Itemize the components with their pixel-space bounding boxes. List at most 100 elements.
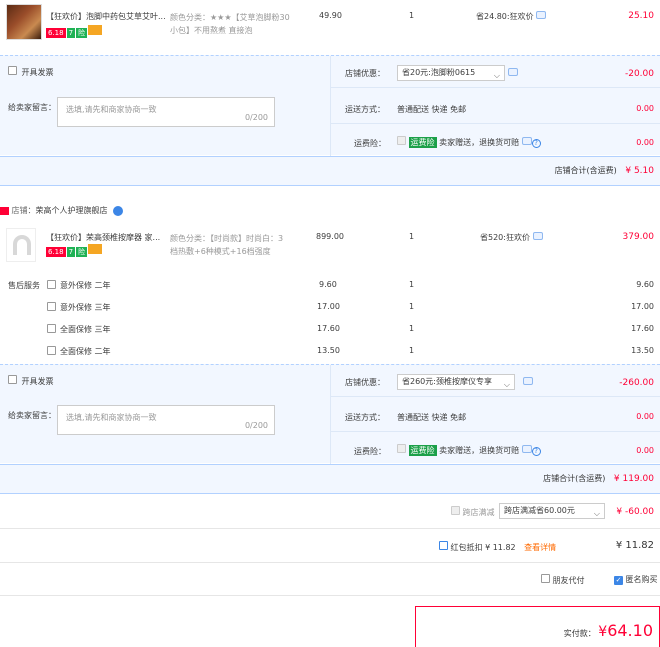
chat-icon[interactable] — [523, 377, 533, 385]
promo-chat[interactable] — [523, 377, 533, 387]
insurance-option: 运费险 卖家赠送，退换货可赔 ? — [397, 444, 541, 456]
invoice-checkbox[interactable] — [8, 375, 17, 384]
seven-day-badge: 7 — [66, 28, 76, 38]
chevron-down-icon: ⌵ — [593, 509, 600, 518]
redpacket-details-link[interactable]: 查看详情 — [524, 543, 556, 552]
invoice-option[interactable]: 开具发票 — [8, 66, 54, 78]
service-checkbox[interactable] — [47, 280, 56, 289]
redpacket-option[interactable]: 红包抵扣 ¥ 11.82 查看详情 — [439, 541, 556, 553]
sku-info: 颜色分类：★★★【艾草泡脚粉30 小包】不用熬煮 直接泡 — [170, 13, 290, 35]
friend-pay-option[interactable]: 朋友代付 — [541, 574, 585, 586]
shipping-label: 运送方式： — [345, 105, 385, 114]
divider — [331, 396, 660, 397]
message-input[interactable]: 选填,请先和商家协商一致 0/200 — [57, 97, 275, 127]
store-name-link[interactable]: 荣高个人护理旗舰店 — [36, 206, 108, 215]
item-subtotal: 25.10 — [628, 11, 654, 21]
shipping-value: 普通配送 快递 免邮 — [397, 413, 467, 422]
shipping-amount: 0.00 — [636, 104, 654, 113]
message-input[interactable]: 选填,请先和商家协商一致 0/200 — [57, 405, 275, 435]
promo-chat[interactable] — [508, 68, 518, 78]
insurance-checkbox — [397, 444, 406, 453]
item-subtotal: 379.00 — [622, 232, 655, 242]
sku-info: 颜色分类：【时尚款】时尚白：3 档热敷+6种模式+16档强度 — [170, 234, 284, 256]
shop1-item-row: 【狂欢价】泡脚中药包艾草艾叶... 6.18 7 险 颜色分类：★★★【艾草泡脚粉3… — [0, 0, 660, 48]
redpacket-checkbox[interactable] — [439, 541, 448, 550]
anonymous-option[interactable]: ✓ 匿名购买 — [614, 574, 658, 585]
help-icon[interactable]: ? — [531, 447, 541, 456]
unit-price: 899.00 — [316, 232, 344, 241]
right-panel-divider — [330, 56, 331, 156]
store-promo-label: 店铺优惠： — [345, 69, 385, 78]
insurance-tag: 运费险 — [408, 445, 437, 456]
shipping-value: 普通配送 快递 免邮 — [397, 105, 467, 114]
item-promo: 省520:狂欢价 — [480, 232, 543, 243]
chat-icon[interactable] — [532, 232, 543, 240]
chevron-down-icon: ⌵ — [493, 71, 500, 80]
friend-pay-checkbox[interactable] — [541, 574, 550, 583]
service-checkbox[interactable] — [47, 302, 56, 311]
product-thumbnail[interactable] — [6, 228, 36, 262]
service-row[interactable]: 全面保修 二年 13.50 1 13.50 — [0, 342, 660, 364]
shipping-amount: 0.00 — [636, 412, 654, 421]
shop2-total-bar: 店铺合计(含运费) ¥ 119.00 — [0, 464, 660, 494]
cross-store-row: 跨店满减 跨店满减省60.00元 ⌵ ¥ -60.00 — [0, 495, 660, 529]
message-placeholder: 选填,请先和商家协商一致 — [66, 413, 157, 422]
store-promo-select[interactable]: 省20元:泡脚粉0615 ⌵ — [397, 65, 505, 81]
wangwang-icon[interactable] — [113, 205, 124, 216]
insurance-label: 运费险： — [354, 139, 386, 148]
promo-badges: 6.18 7 险 — [46, 25, 103, 38]
card-icon — [88, 25, 103, 35]
promo-badges: 6.18 7 险 — [46, 244, 103, 257]
shipping-label: 运送方式： — [345, 413, 385, 422]
insurance-tag: 运费险 — [408, 137, 437, 148]
service-row[interactable]: 意外保修 三年 17.00 1 17.00 — [0, 298, 660, 320]
item-promo: 省24.80:狂欢价 — [476, 11, 547, 22]
shop2-order-options: 开具发票 给卖家留言： 选填,请先和商家协商一致 0/200 店铺优惠： 省26… — [0, 364, 660, 464]
right-panel-divider — [330, 365, 331, 464]
shop2-item-row: 【狂欢价】荣高颈椎按摩器 家... 6.18 7 险 颜色分类：【时尚款】时尚白：3… — [0, 222, 660, 270]
shop1-total: 店铺合计(含运费) ¥ 5.10 — [554, 166, 654, 176]
product-title[interactable]: 【狂欢价】泡脚中药包艾草艾叶... — [46, 11, 166, 22]
product-title[interactable]: 【狂欢价】荣高颈椎按摩器 家... — [46, 232, 166, 243]
tmall-icon — [0, 206, 9, 215]
shop1-order-options: 开具发票 给卖家留言： 选填,请先和商家协商一致 0/200 店铺优惠： 省20… — [0, 55, 660, 156]
618-badge: 6.18 — [46, 247, 66, 257]
service-checkbox[interactable] — [47, 346, 56, 355]
help-icon[interactable]: ? — [531, 139, 541, 148]
message-label: 给卖家留言： — [8, 103, 56, 112]
message-label: 给卖家留言： — [8, 411, 56, 420]
service-row[interactable]: 意外保修 二年 9.60 1 9.60 — [0, 276, 660, 298]
anonymous-checkbox[interactable]: ✓ — [614, 576, 623, 585]
quantity: 1 — [409, 232, 415, 241]
chat-icon[interactable] — [536, 11, 547, 19]
chat-icon[interactable] — [508, 68, 518, 76]
insurance-option: 运费险 卖家赠送，退换货可赔 ? — [397, 136, 541, 148]
618-badge: 6.18 — [46, 28, 66, 38]
redpacket-amount: ¥ 11.82 — [615, 540, 654, 551]
unit-price: 49.90 — [319, 11, 342, 20]
seven-day-badge: 7 — [66, 247, 76, 257]
cross-store-select[interactable]: 跨店满减省60.00元 ⌵ — [499, 503, 605, 519]
shop2-header: 店铺：荣高个人护理旗舰店 — [0, 205, 124, 216]
divider — [331, 123, 660, 124]
shield-badge: 险 — [76, 28, 88, 38]
invoice-option[interactable]: 开具发票 — [8, 375, 54, 387]
service-checkbox[interactable] — [47, 324, 56, 333]
insurance-amount: 0.00 — [636, 446, 654, 455]
shop1-total-bar: 店铺合计(含运费) ¥ 5.10 — [0, 156, 660, 186]
message-counter: 0/200 — [244, 421, 268, 430]
massager-shape — [13, 235, 31, 255]
chat-icon[interactable] — [521, 445, 532, 453]
store-promo-amount: -20.00 — [624, 69, 654, 79]
chevron-down-icon: ⌵ — [503, 380, 510, 389]
store-promo-select[interactable]: 省260元:颈椎按摩仪专享 ⌵ — [397, 374, 515, 390]
cross-store-option: 跨店满减 — [451, 506, 495, 518]
product-thumbnail[interactable] — [6, 4, 42, 40]
card-icon — [88, 244, 103, 254]
invoice-checkbox[interactable] — [8, 66, 17, 75]
insurance-checkbox — [397, 136, 406, 145]
payment-summary: 实付款： ¥64.10 — [415, 606, 660, 647]
store-promo-label: 店铺优惠： — [345, 378, 385, 387]
service-row[interactable]: 全面保修 三年 17.60 1 17.60 — [0, 320, 660, 342]
chat-icon[interactable] — [521, 137, 532, 145]
